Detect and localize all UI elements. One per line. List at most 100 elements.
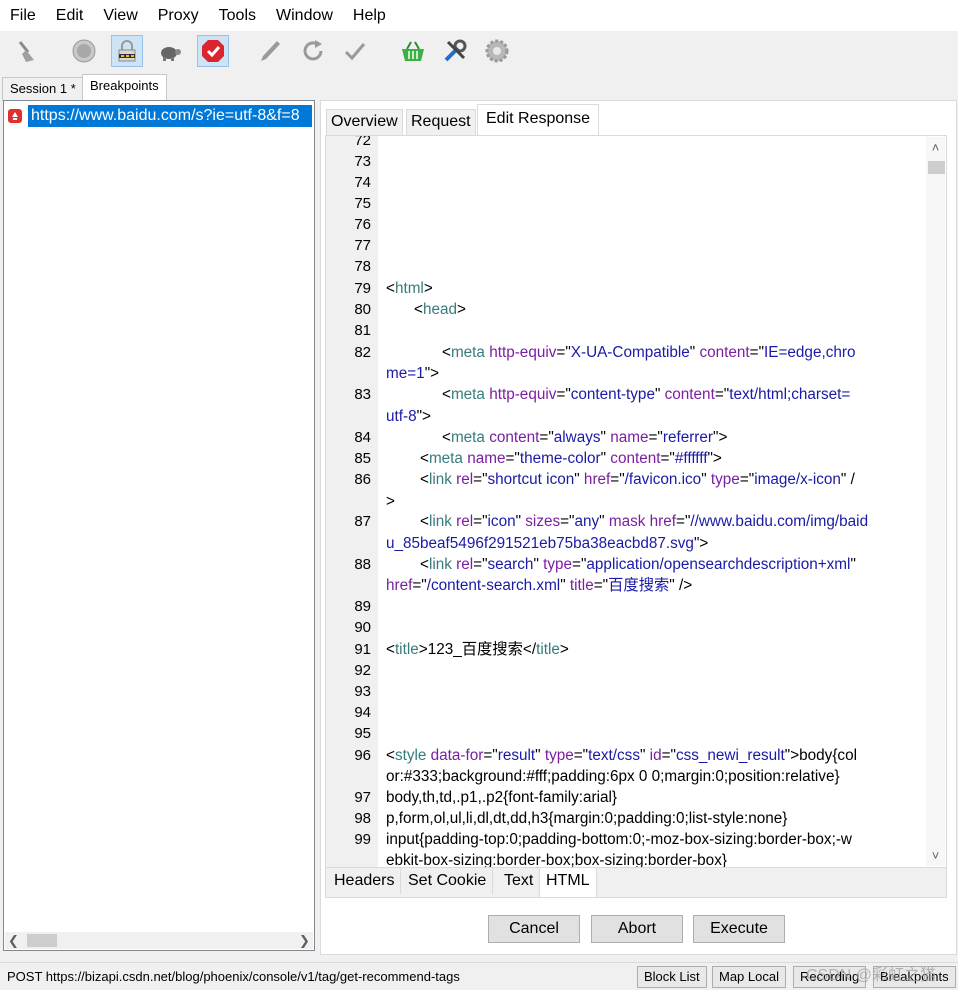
checkmark-icon[interactable]	[339, 35, 371, 67]
code-token: /favicon.ico	[624, 471, 702, 488]
response-editor[interactable]: 72 73 74 75 76 77 78 79 80 81 82 83 84 85 86 87 88 89 90 91…	[325, 135, 947, 868]
menu-file[interactable]: File	[0, 0, 46, 31]
code-line: <meta name="theme-color" content="#fffff…	[420, 448, 722, 469]
scrollbar-thumb[interactable]	[27, 934, 57, 947]
code-token: name	[605, 429, 649, 446]
code-token: ">	[784, 747, 800, 764]
menu-help[interactable]: Help	[343, 0, 396, 31]
code-token: type	[706, 471, 740, 488]
code-token: ="	[593, 577, 609, 594]
code-line: <link rel="icon" sizes="any" mask href="…	[420, 511, 868, 532]
ssl-lock-icon[interactable]	[111, 35, 143, 67]
record-icon[interactable]	[68, 35, 100, 67]
code-token: ="	[539, 429, 554, 446]
breakpoint-inspector: Overview Request Edit Response 72 73 74 75 7…	[320, 100, 957, 955]
code-line: >	[386, 491, 395, 512]
tools-icon[interactable]	[439, 35, 471, 67]
line-number: 78	[354, 258, 371, 275]
tab-request[interactable]: Request	[406, 109, 476, 135]
code-token: text/css	[588, 747, 640, 764]
tab-headers[interactable]: Headers	[328, 868, 402, 894]
breakpoint-icon[interactable]	[197, 35, 229, 67]
code-token: image/x-icon	[754, 471, 841, 488]
line-number: 85	[354, 450, 371, 467]
code-token: <	[442, 429, 451, 446]
tab-set-cookie[interactable]: Set Cookie	[402, 868, 494, 894]
vertical-scrollbar[interactable]: ˄ ˅	[926, 137, 945, 866]
line-number: 80	[354, 301, 371, 318]
menu-tools[interactable]: Tools	[209, 0, 266, 31]
code-token: head	[422, 301, 457, 318]
code-token: utf-8	[386, 408, 417, 425]
line-number: 90	[354, 619, 371, 636]
code-token: http-equiv	[484, 386, 557, 403]
line-number-gutter: 72 73 74 75 76 77 78 79 80 81 82 83 84 85 86 87 88 89 90 91…	[326, 136, 378, 867]
code-token: >	[559, 641, 569, 658]
toolbar	[0, 31, 958, 71]
code-token: input{padding-top:0;padding-bottom:0;-mo…	[386, 831, 852, 848]
map-local-button[interactable]: Map Local	[712, 966, 786, 988]
abort-button[interactable]: Abort	[591, 915, 683, 943]
code-token: rel	[451, 556, 474, 573]
tab-session-1[interactable]: Session 1 *	[2, 77, 84, 101]
line-number: 98	[354, 810, 371, 827]
settings-gear-icon[interactable]	[481, 35, 513, 67]
code-token: </	[522, 641, 537, 658]
cancel-button[interactable]: Cancel	[488, 915, 580, 943]
code-token: ="	[749, 344, 765, 361]
pen-icon[interactable]	[254, 35, 286, 67]
code-token: <	[386, 280, 395, 297]
tab-text[interactable]: Text	[498, 868, 541, 894]
code-token: ="	[473, 513, 488, 530]
refresh-icon[interactable]	[297, 35, 329, 67]
line-number: 89	[354, 598, 371, 615]
chevron-right-icon[interactable]: ❯	[296, 932, 313, 949]
code-token: >	[423, 280, 433, 297]
list-item[interactable]: https://www.baidu.com/s?ie=utf-8&f=8	[6, 105, 312, 127]
menu-edit[interactable]: Edit	[46, 0, 94, 31]
line-number: 75	[354, 195, 371, 212]
code-token: " />	[669, 577, 693, 594]
code-token: ="	[661, 747, 676, 764]
code-token: link	[428, 471, 452, 488]
code-token: meta	[450, 429, 485, 446]
code-token: <	[442, 344, 451, 361]
code-token: or:#333;background:#fff;padding:6px 0 0;…	[386, 768, 840, 785]
code-line: or:#333;background:#fff;padding:6px 0 0;…	[386, 766, 840, 787]
execute-button[interactable]: Execute	[693, 915, 785, 943]
code-token: ="	[660, 450, 675, 467]
code-token: ="	[610, 471, 625, 488]
code-token: ="	[556, 386, 571, 403]
broom-icon[interactable]	[11, 35, 43, 67]
session-tab-strip: Session 1 * Breakpoints	[0, 73, 320, 101]
horizontal-scrollbar[interactable]: ❮ ❯	[5, 932, 313, 949]
code-token: ="	[560, 513, 575, 530]
block-list-button[interactable]: Block List	[637, 966, 707, 988]
scrollbar-thumb[interactable]	[928, 161, 945, 174]
line-number: 96	[354, 747, 371, 764]
tab-html[interactable]: HTML	[539, 868, 597, 898]
session-url[interactable]: https://www.baidu.com/s?ie=utf-8&f=8	[28, 105, 312, 127]
menu-window[interactable]: Window	[266, 0, 343, 31]
chevron-down-icon[interactable]: ˅	[927, 847, 944, 864]
tab-breakpoints[interactable]: Breakpoints	[82, 74, 167, 101]
code-token: application/opensearchdescription+xml	[586, 556, 851, 573]
code-token: ="	[714, 386, 730, 403]
chevron-up-icon[interactable]: ˄	[927, 139, 944, 156]
code-token: ="	[473, 556, 488, 573]
code-line: u_85beaf5496f291521eb75ba38eacbd87.svg">	[386, 533, 708, 554]
menu-proxy[interactable]: Proxy	[148, 0, 209, 31]
code-token: type	[538, 556, 573, 573]
code-token: href	[579, 471, 611, 488]
menu-view[interactable]: View	[93, 0, 147, 31]
code-token: " /	[840, 471, 855, 488]
basket-icon[interactable]	[397, 35, 429, 67]
watermark: CSDN @彩虹之猫	[806, 967, 937, 984]
throttle-turtle-icon[interactable]	[154, 35, 186, 67]
line-number: 97	[354, 789, 371, 806]
tab-overview[interactable]: Overview	[326, 109, 403, 135]
code-token: meta	[450, 386, 485, 403]
tab-edit-response[interactable]: Edit Response	[477, 104, 600, 136]
chevron-left-icon[interactable]: ❮	[5, 932, 22, 949]
code-token: ">	[416, 408, 431, 425]
